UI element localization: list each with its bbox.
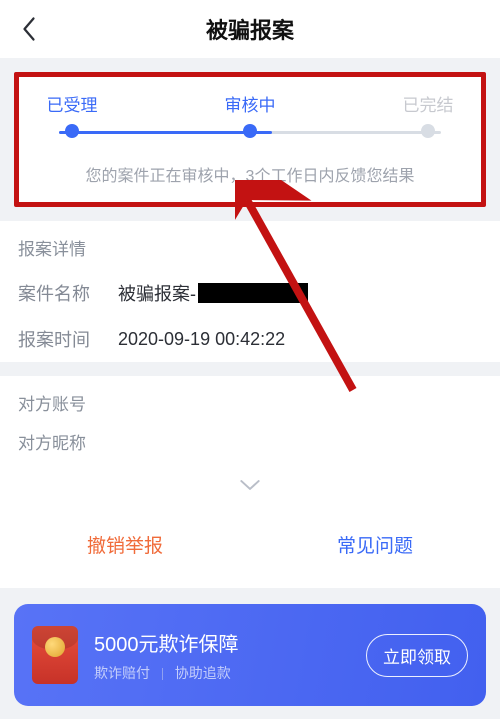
step-dot-icon bbox=[243, 124, 257, 138]
claim-button[interactable]: 立即领取 bbox=[366, 634, 468, 677]
report-detail-section: 报案详情 案件名称 被骗报案- 报案时间 2020-09-19 00:42:22 bbox=[0, 221, 500, 362]
case-name-text: 被骗报案- bbox=[118, 280, 196, 306]
step-finished: 已完结 bbox=[393, 91, 463, 138]
row-value: 被骗报案- bbox=[118, 280, 308, 306]
step-label: 审核中 bbox=[215, 91, 285, 116]
row-value: 2020-09-19 00:42:22 bbox=[118, 329, 285, 350]
separator-icon bbox=[162, 668, 163, 680]
row-opponent-account: 对方账号 bbox=[18, 376, 482, 425]
step-accepted: 已受理 bbox=[37, 91, 107, 138]
chevron-left-icon bbox=[20, 15, 38, 43]
promo-text: 5000元欺诈保障 欺诈赔付 协助追款 bbox=[94, 628, 366, 683]
opponent-section: 对方账号 对方昵称 bbox=[0, 376, 500, 515]
row-label: 报案时间 bbox=[18, 326, 118, 352]
chevron-down-icon bbox=[239, 478, 261, 492]
progress-card: 已受理 审核中 已完结 您的案件正在审核中，3个工作日内反馈您结果 bbox=[14, 72, 486, 207]
row-label: 案件名称 bbox=[18, 280, 118, 306]
promo-sub1: 欺诈赔付 bbox=[94, 665, 150, 681]
step-dot-icon bbox=[421, 124, 435, 138]
step-reviewing: 审核中 bbox=[215, 91, 285, 138]
row-case-name: 案件名称 被骗报案- bbox=[18, 270, 482, 316]
cancel-report-button[interactable]: 撤销举报 bbox=[0, 523, 250, 566]
faq-button[interactable]: 常见问题 bbox=[250, 523, 500, 566]
promo-subtitle: 欺诈赔付 协助追款 bbox=[94, 663, 366, 683]
expand-button[interactable] bbox=[18, 464, 482, 515]
step-label: 已受理 bbox=[37, 91, 107, 116]
header: 被骗报案 bbox=[0, 0, 500, 58]
back-button[interactable] bbox=[14, 14, 44, 44]
status-message: 您的案件正在审核中，3个工作日内反馈您结果 bbox=[37, 162, 463, 186]
progress-steps: 已受理 审核中 已完结 bbox=[37, 91, 463, 138]
fraud-protection-banner[interactable]: 5000元欺诈保障 欺诈赔付 协助追款 立即领取 bbox=[14, 604, 486, 706]
step-dot-icon bbox=[65, 124, 79, 138]
section-title: 报案详情 bbox=[18, 221, 482, 270]
promo-sub2: 协助追款 bbox=[175, 665, 231, 681]
row-report-time: 报案时间 2020-09-19 00:42:22 bbox=[18, 316, 482, 362]
coin-icon bbox=[45, 637, 65, 657]
action-bar: 撤销举报 常见问题 bbox=[0, 515, 500, 588]
row-opponent-nickname: 对方昵称 bbox=[18, 425, 482, 464]
page-title: 被骗报案 bbox=[206, 13, 294, 45]
red-envelope-icon bbox=[32, 626, 78, 684]
step-label: 已完结 bbox=[393, 91, 463, 116]
redacted-block-icon bbox=[198, 283, 308, 303]
promo-title: 5000元欺诈保障 bbox=[94, 628, 366, 657]
